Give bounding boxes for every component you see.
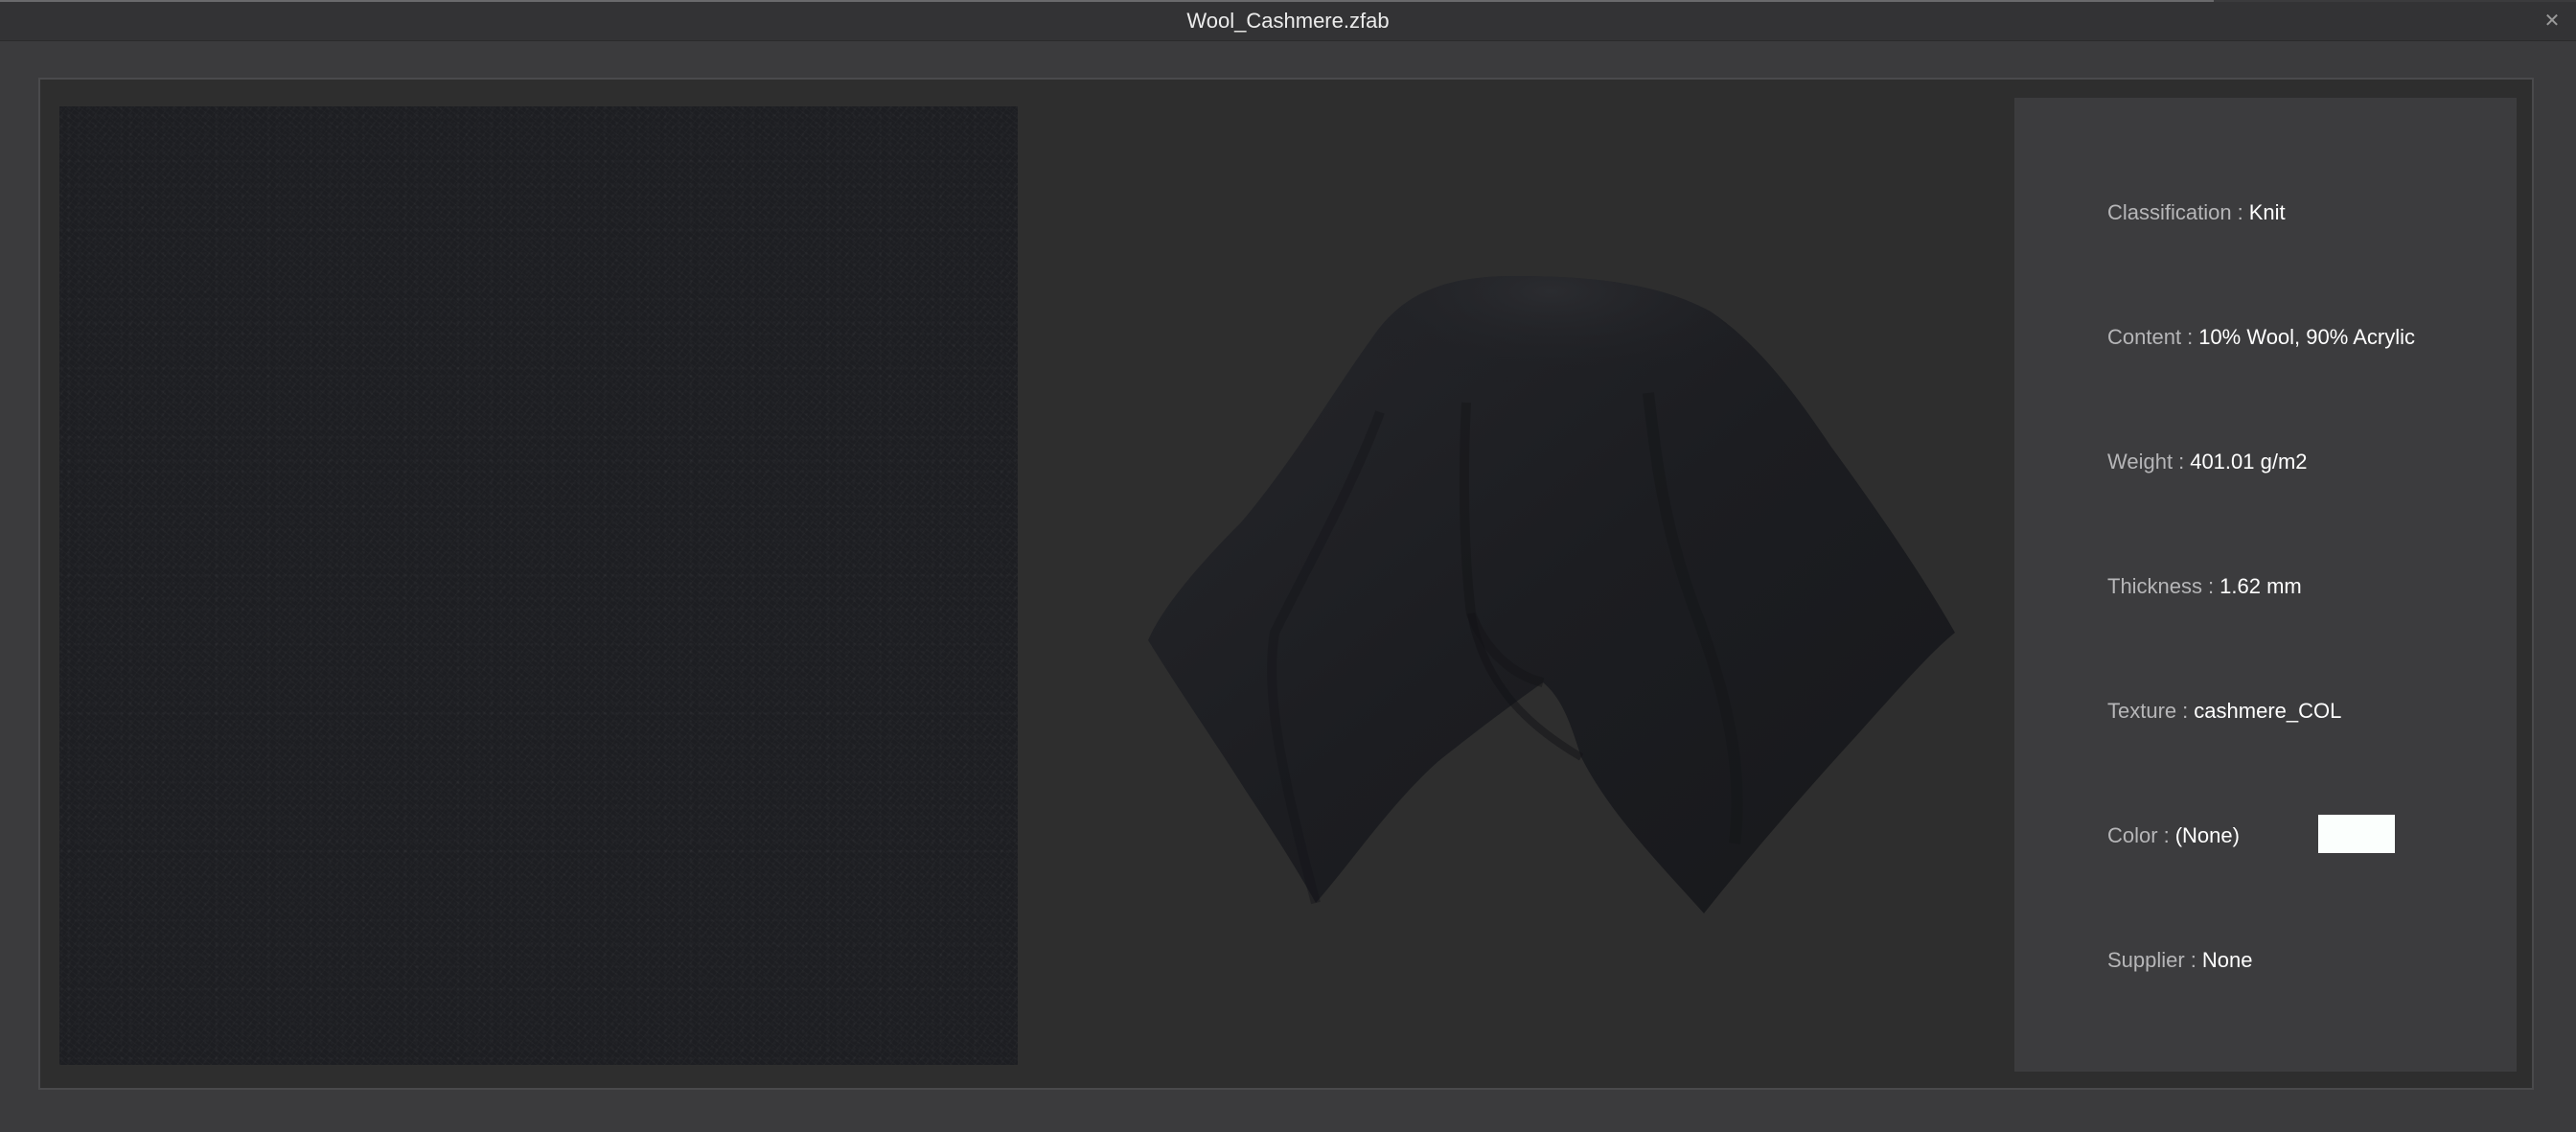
supplier-value: None: [2201, 948, 2253, 972]
window-title: Wool_Cashmere.zfab: [1186, 9, 1390, 33]
close-icon[interactable]: ✕: [2540, 9, 2564, 34]
title-bar: Wool_Cashmere.zfab ✕: [0, 2, 2576, 41]
weight-label: Weight: [2107, 450, 2174, 474]
supplier-label: Supplier: [2107, 948, 2185, 972]
content-row: Content:10% Wool, 90% Acrylic: [2107, 323, 2415, 352]
texture-value: cashmere_COL: [2194, 699, 2342, 723]
fabric-info-panel: Classification: Knit Content:10% Wool, 90…: [2014, 98, 2517, 1072]
color-swatch-chip[interactable]: [2318, 815, 2395, 853]
color-row: Color: (None): [2107, 821, 2240, 850]
weight-value: 401.01 g/m2: [2190, 450, 2308, 474]
texture-row: Texture: cashmere_COL: [2107, 697, 2341, 726]
classification-separator: :: [2237, 200, 2243, 224]
fabric-preview-window: Wool_Cashmere.zfab ✕ Classification: Kn…: [0, 0, 2576, 1132]
thickness-separator: :: [2208, 574, 2215, 598]
color-separator: :: [2163, 823, 2170, 847]
content-label: Content: [2107, 325, 2182, 349]
texture-separator: :: [2182, 699, 2189, 723]
thickness-label: Thickness: [2107, 574, 2203, 598]
classification-row: Classification: Knit: [2107, 198, 2286, 227]
drape-highlight: [1342, 276, 1760, 431]
content-separator: :: [2187, 325, 2194, 349]
thickness-row: Thickness:1.62 mm: [2107, 572, 2302, 601]
texture-label: Texture: [2107, 699, 2177, 723]
weight-separator: :: [2178, 450, 2185, 474]
color-value: (None): [2174, 823, 2240, 847]
classification-label: Classification: [2107, 200, 2232, 224]
color-label: Color: [2107, 823, 2158, 847]
draped-fabric-render: [1148, 276, 1955, 913]
supplier-row: Supplier: None: [2107, 946, 2252, 975]
classification-value: Knit: [2248, 200, 2286, 224]
weight-row: Weight:401.01 g/m2: [2107, 448, 2308, 476]
fabric-texture-swatch: [59, 106, 1018, 1065]
content-value: 10% Wool, 90% Acrylic: [2198, 325, 2415, 349]
supplier-separator: :: [2190, 948, 2196, 972]
drape-preview: [1035, 115, 1993, 1074]
thickness-value: 1.62 mm: [2220, 574, 2302, 598]
